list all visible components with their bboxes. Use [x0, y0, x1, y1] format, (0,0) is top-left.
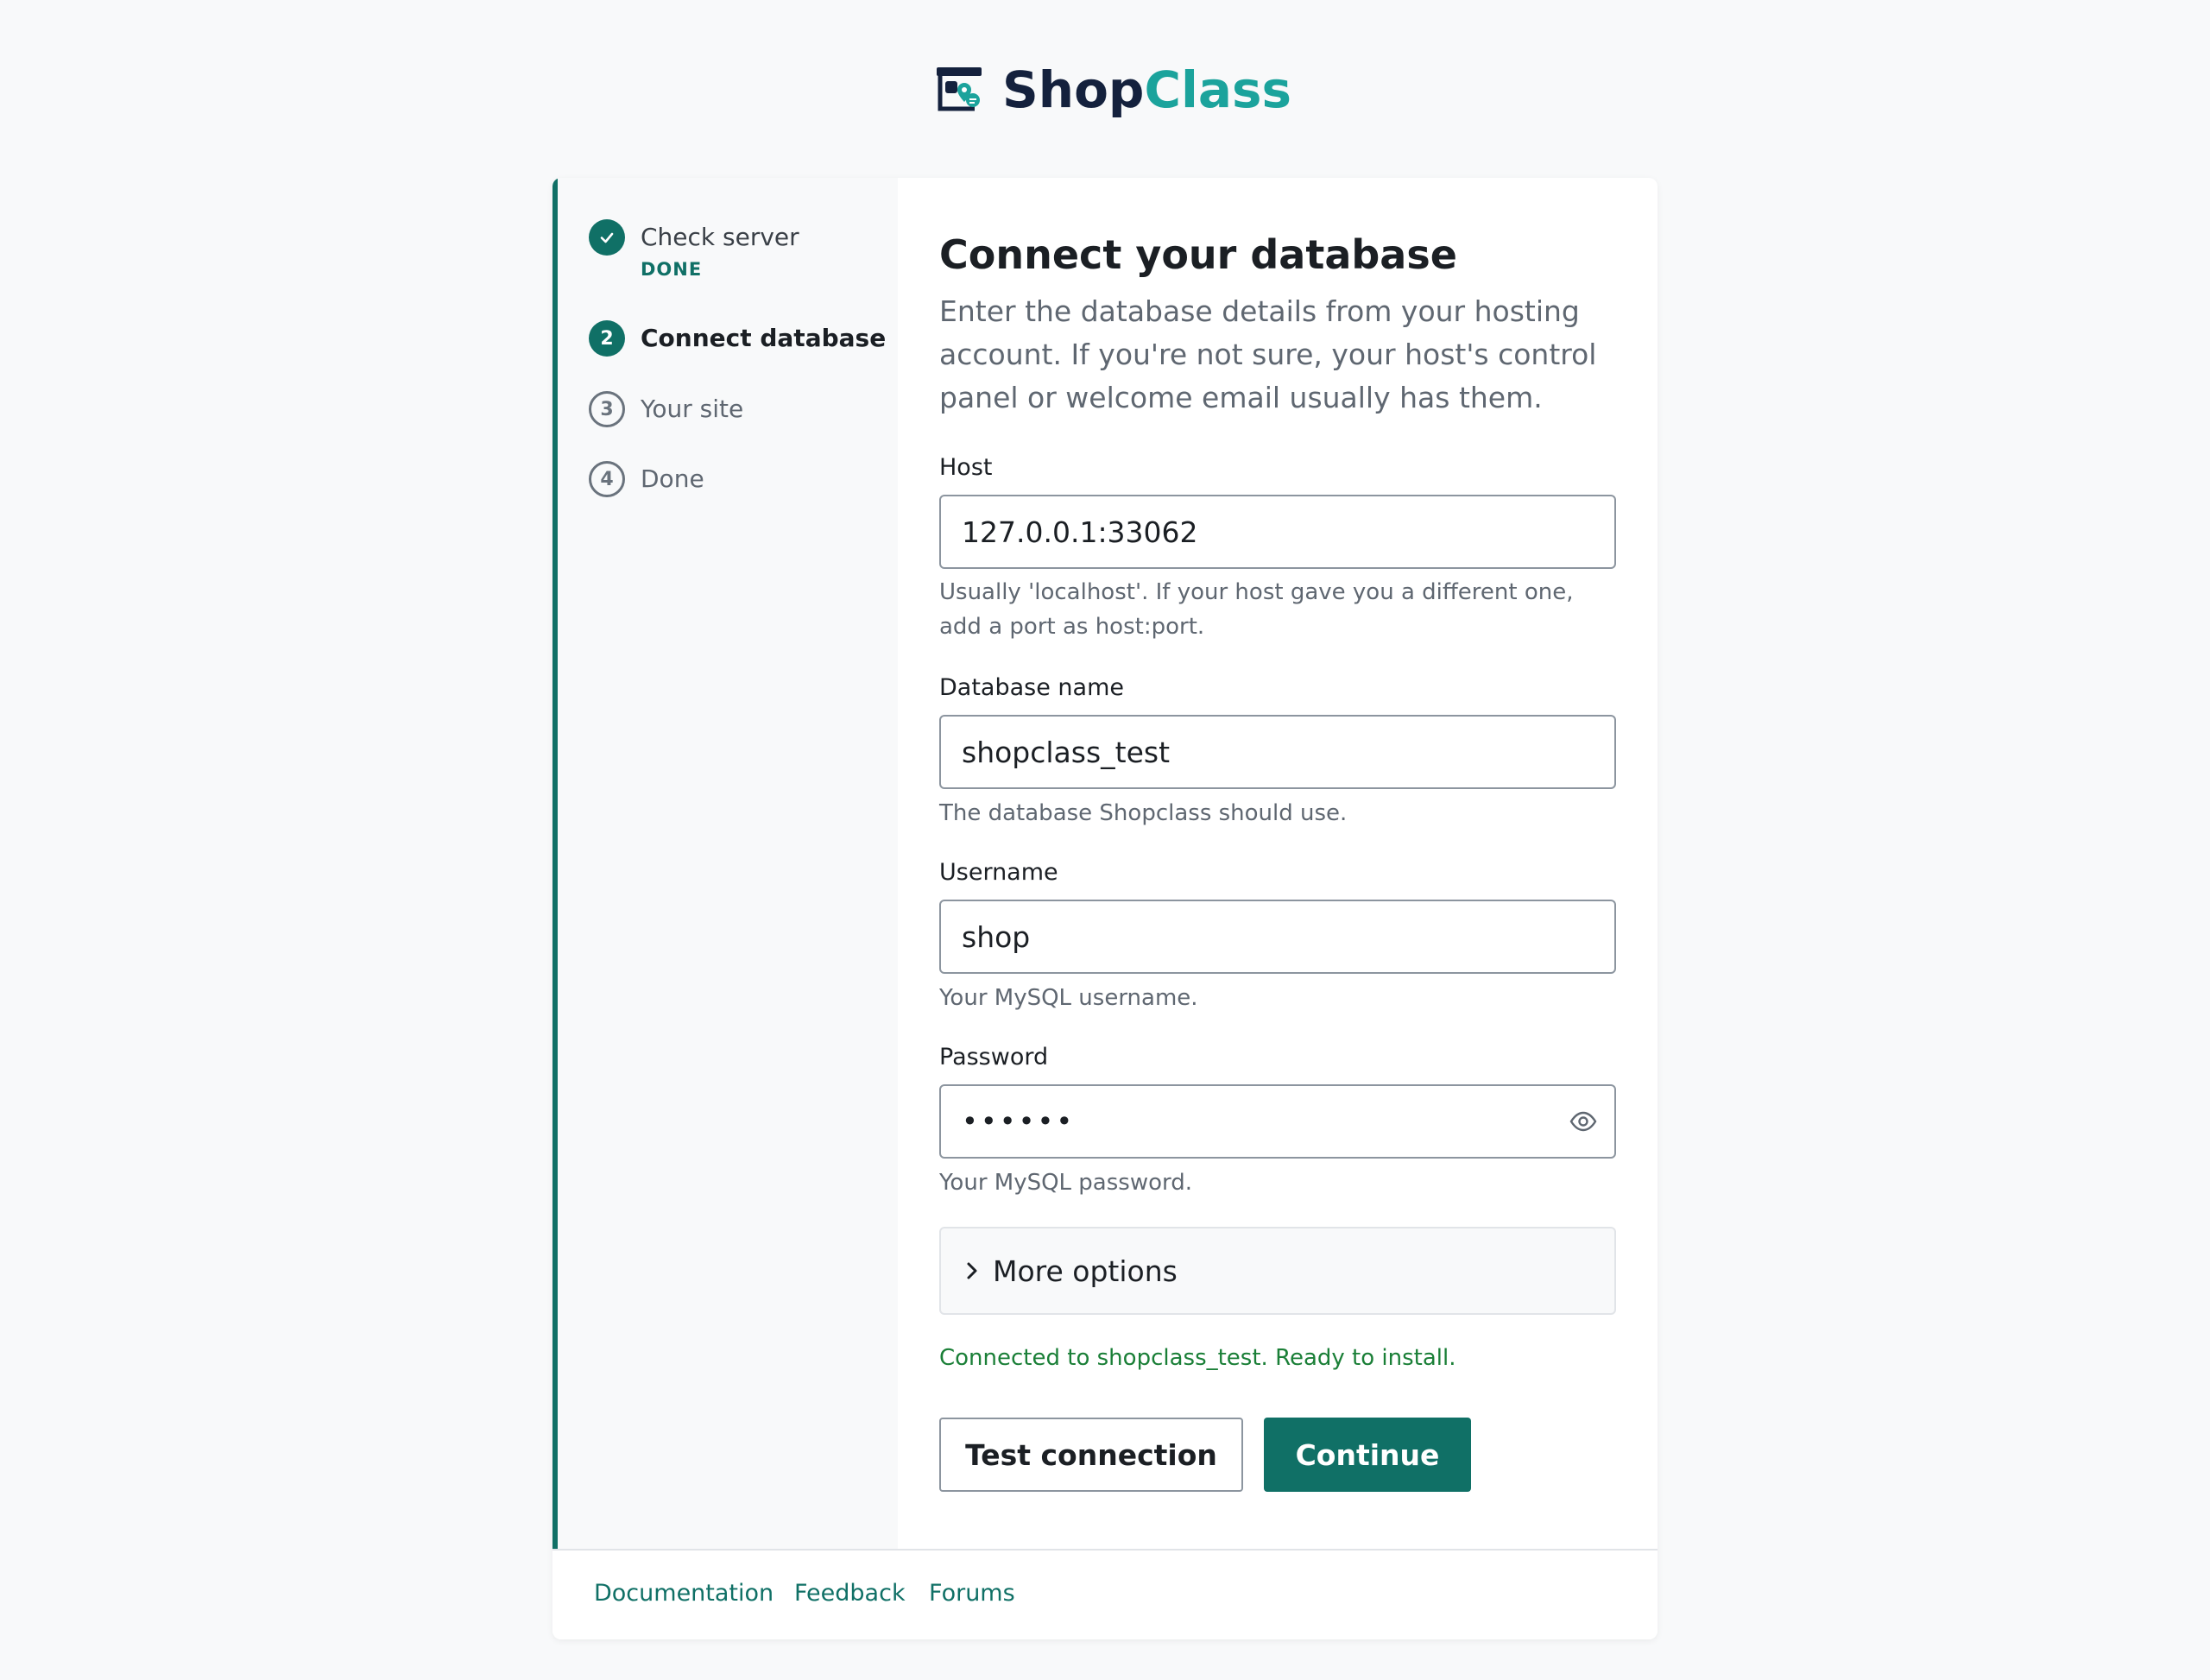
- step-1-check-circle: [589, 219, 625, 256]
- username-input[interactable]: [939, 900, 1616, 974]
- steps-sidebar: Check server DONE 2 Connect database 3 Y…: [552, 178, 898, 1549]
- step-4-number: 4: [589, 461, 625, 497]
- test-connection-button[interactable]: Test connection: [939, 1418, 1243, 1492]
- username-label: Username: [939, 859, 1058, 886]
- intro-text: Enter the database details from your hos…: [939, 294, 1597, 414]
- check-icon: [600, 232, 614, 243]
- more-options-toggle[interactable]: More options: [939, 1227, 1616, 1315]
- documentation-link[interactable]: Documentation: [594, 1580, 774, 1607]
- shop-logo-icon: [937, 67, 982, 111]
- more-options-label: More options: [993, 1254, 1178, 1288]
- page-title: Connect your database: [939, 231, 1457, 278]
- password-help: Your MySQL password.: [939, 1170, 1193, 1196]
- brand-name: ShopClass: [1002, 65, 1291, 115]
- password-field: ••••••: [939, 1084, 1616, 1159]
- continue-button[interactable]: Continue: [1264, 1418, 1471, 1492]
- step-2-label: Connect database: [641, 324, 887, 352]
- forums-link[interactable]: Forums: [929, 1580, 1015, 1607]
- footer: Documentation Feedback Forums: [552, 1549, 1658, 1639]
- username-help: Your MySQL username.: [939, 985, 1198, 1011]
- step-1-label: Check server: [641, 223, 799, 251]
- step-2: 2 Connect database: [589, 320, 886, 357]
- show-password-button[interactable]: [1568, 1106, 1599, 1137]
- host-input[interactable]: [939, 495, 1616, 569]
- password-label: Password: [939, 1044, 1049, 1071]
- step-2-number: 2: [589, 320, 625, 357]
- step-3-number: 3: [589, 391, 625, 427]
- dbname-help: The database Shopclass should use.: [939, 800, 1348, 826]
- dbname-input[interactable]: [939, 715, 1616, 789]
- dbname-label: Database name: [939, 674, 1124, 701]
- brand-name-part2: Class: [1144, 60, 1292, 119]
- step-3: 3 Your site: [589, 391, 743, 427]
- brand-name-part1: Shop: [1002, 60, 1145, 119]
- shopclass-logo: ShopClass: [935, 57, 1291, 123]
- step-1-status: DONE: [641, 259, 703, 280]
- step-4: 4 Done: [589, 461, 704, 497]
- host-label: Host: [939, 454, 993, 481]
- eye-icon: [1569, 1111, 1597, 1132]
- feedback-link[interactable]: Feedback: [794, 1580, 906, 1607]
- step-4-label: Done: [641, 464, 704, 493]
- host-help: Usually 'localhost'. If your host gave y…: [939, 579, 1574, 640]
- installer-card: Check server DONE 2 Connect database 3 Y…: [552, 178, 1658, 1639]
- password-input[interactable]: [939, 1084, 1616, 1159]
- step-3-label: Your site: [641, 395, 744, 423]
- chevron-right-icon: [967, 1262, 977, 1279]
- connection-status: Connected to shopclass_test. Ready to in…: [939, 1345, 1456, 1371]
- step-check-server: Check server: [589, 219, 799, 256]
